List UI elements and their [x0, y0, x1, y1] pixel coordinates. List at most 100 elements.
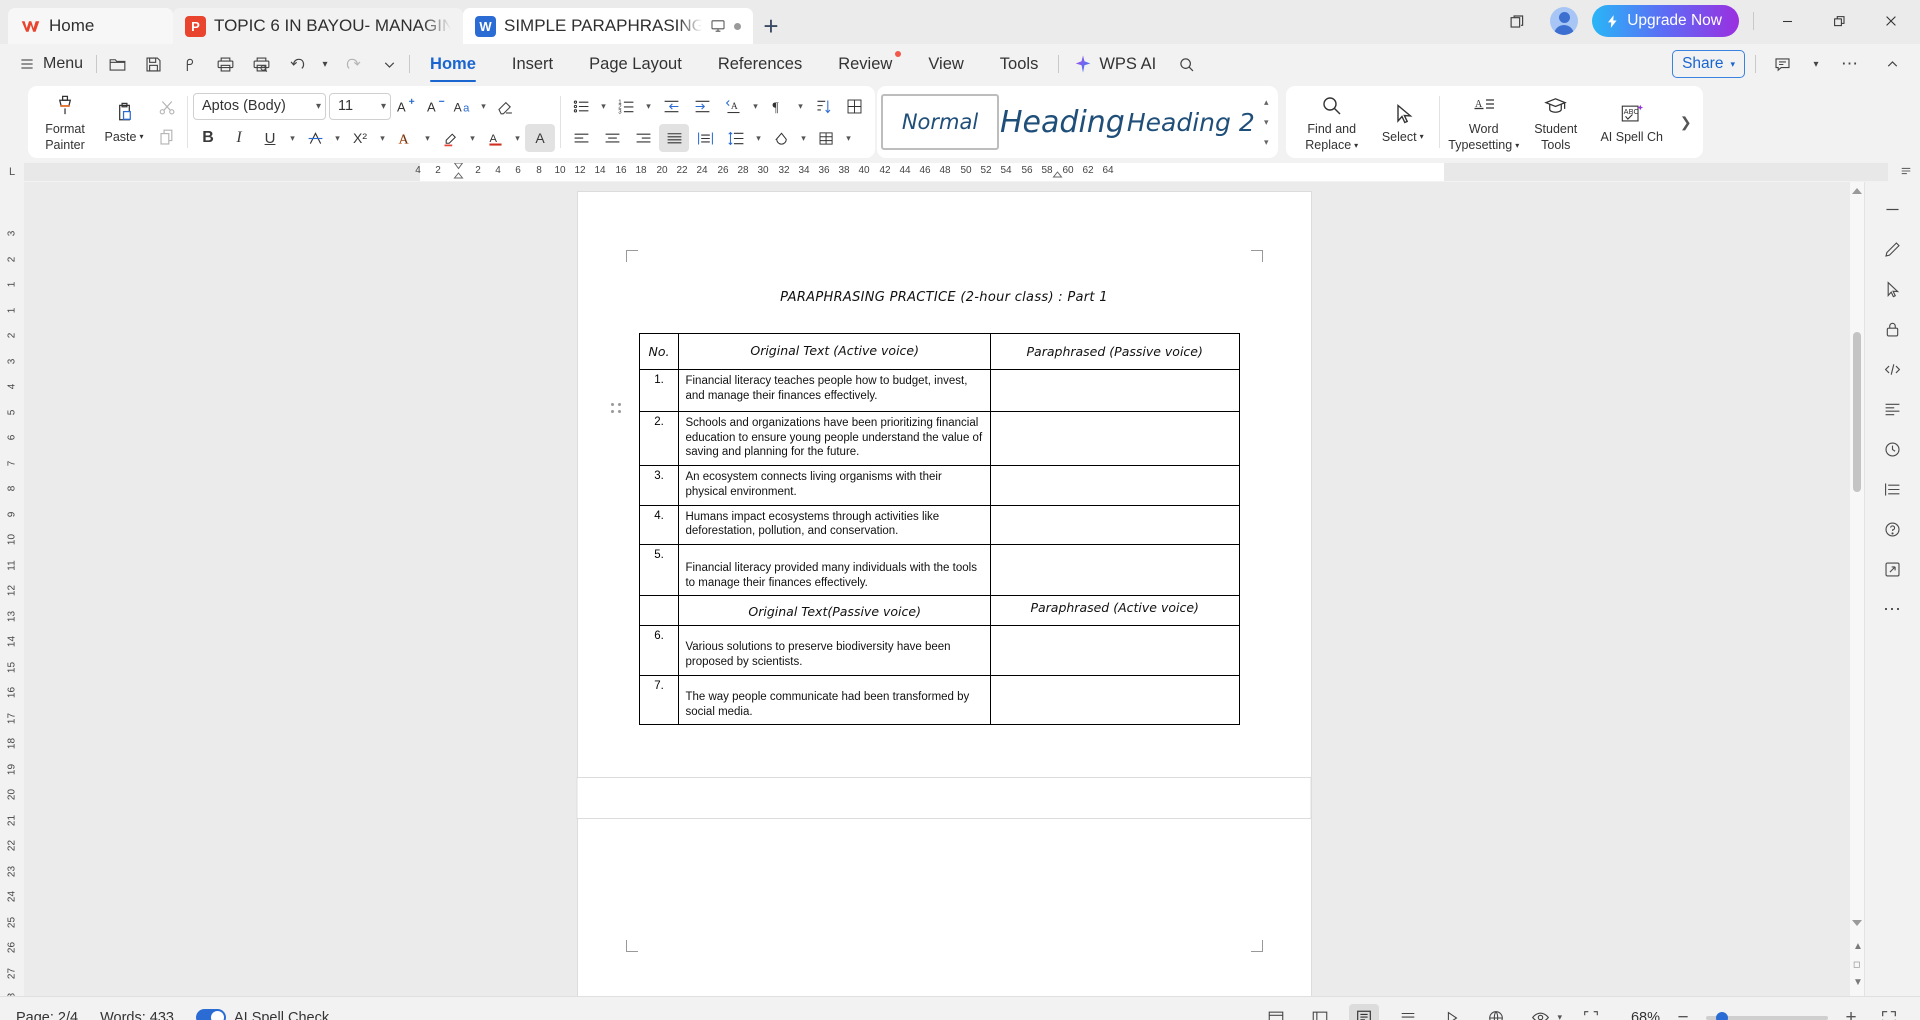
presentation-icon[interactable]: [1437, 1004, 1467, 1020]
text-effects-caret[interactable]: ▾: [421, 124, 434, 152]
character-shading-button[interactable]: A: [525, 124, 555, 152]
scroll-up-arrow-icon[interactable]: [1852, 188, 1862, 194]
vertical-ruler[interactable]: 3 2 1 1 2 3 4 5 6 7 8 9 10 11 12 13 14 15 16 17 18 19 20 21 22 23…: [0, 182, 24, 996]
tab-insert[interactable]: Insert: [496, 44, 569, 84]
document-page[interactable]: PARAPHRASING PRACTICE (2-hour class) : P…: [577, 192, 1311, 996]
minimize-window-button[interactable]: [1768, 6, 1806, 36]
undo-icon[interactable]: [281, 49, 313, 79]
select-browse-object-icon[interactable]: ◻: [1853, 959, 1860, 970]
table-row[interactable]: 6. Various solutions to preserve biodive…: [638, 625, 1240, 676]
comment-icon[interactable]: [1766, 49, 1798, 79]
table-row[interactable]: 7. The way people communicate had been t…: [638, 674, 1240, 726]
ai-spell-check-button[interactable]: ABC AI Spell Ch: [1589, 89, 1675, 155]
right-indent-marker[interactable]: [1052, 171, 1063, 180]
more-options-icon[interactable]: ⋯: [1834, 49, 1866, 79]
fullscreen-fit-icon[interactable]: [1576, 1004, 1606, 1020]
minimize-panel-icon[interactable]: [1874, 190, 1912, 228]
outline-view-icon[interactable]: [1305, 1004, 1335, 1020]
clone-window-icon[interactable]: [1498, 6, 1536, 36]
paraphrasing-table[interactable]: No. Original Text (Active voice) Paraphr…: [638, 333, 1240, 726]
table-move-handle[interactable]: [610, 403, 623, 415]
next-page-icon[interactable]: ▼: [1853, 977, 1863, 988]
row-original-text[interactable]: The way people communicate had been tran…: [678, 674, 991, 726]
style-gallery-up-icon[interactable]: ▴: [1259, 93, 1274, 112]
comment-dropdown-caret[interactable]: ▾: [1808, 49, 1824, 79]
shading-icon[interactable]: [766, 124, 796, 152]
row-paraphrase-cell[interactable]: [989, 625, 1240, 676]
format-painter-button[interactable]: Format Painter: [34, 89, 96, 155]
highlight-icon[interactable]: [435, 124, 465, 152]
customize-qat-icon[interactable]: [373, 49, 405, 79]
lock-icon[interactable]: [1874, 310, 1912, 348]
save-icon[interactable]: [137, 49, 169, 79]
save-as-cloud-icon[interactable]: [173, 49, 205, 79]
table-borders-caret[interactable]: ▾: [842, 124, 855, 152]
close-window-button[interactable]: [1872, 6, 1910, 36]
more-panel-icon[interactable]: ⋯: [1874, 590, 1912, 628]
selection-tool-icon[interactable]: [1874, 270, 1912, 308]
table-row[interactable]: 3. An ecosystem connects living organism…: [638, 465, 1240, 506]
document-page-next[interactable]: [577, 778, 1311, 818]
row-paraphrase-cell[interactable]: [989, 465, 1240, 506]
paragraph-marks-caret[interactable]: ▾: [794, 92, 807, 120]
superscript-button[interactable]: X²: [345, 124, 375, 152]
globe-icon[interactable]: [1481, 1004, 1511, 1020]
line-spacing-icon[interactable]: [721, 124, 751, 152]
underline-button[interactable]: U: [255, 124, 285, 152]
zoom-level-label[interactable]: 68%: [1620, 1010, 1660, 1020]
strikethrough-caret[interactable]: ▾: [331, 124, 344, 152]
underline-caret[interactable]: ▾: [286, 124, 299, 152]
decrease-indent-icon[interactable]: [656, 92, 686, 120]
tab-review[interactable]: Review: [822, 44, 908, 84]
share-button[interactable]: Share ▾: [1672, 50, 1745, 78]
style-heading[interactable]: Heading: [999, 94, 1126, 150]
style-heading-2[interactable]: Heading 2: [1126, 94, 1256, 150]
scroll-down-arrow-icon[interactable]: [1852, 920, 1862, 926]
clear-formatting-icon[interactable]: [490, 92, 520, 120]
tab-page-layout[interactable]: Page Layout: [573, 44, 698, 84]
font-color-icon[interactable]: A: [480, 124, 510, 152]
history-icon[interactable]: [1874, 430, 1912, 468]
table-row[interactable]: 2. Schools and organizations have been p…: [638, 410, 1240, 467]
tab-topic6-presentation[interactable]: P TOPIC 6 IN BAYOU- MANAGING STRA: [173, 8, 463, 44]
eye-icon[interactable]: [1525, 1004, 1555, 1020]
paragraph-marks-icon[interactable]: ¶: [763, 92, 793, 120]
row-original-text[interactable]: Schools and organizations have been prio…: [678, 410, 991, 467]
increase-indent-icon[interactable]: [687, 92, 717, 120]
zoom-slider-thumb[interactable]: [1716, 1011, 1728, 1020]
bullet-list-caret[interactable]: ▾: [597, 92, 610, 120]
align-right-icon[interactable]: [628, 124, 658, 152]
document-canvas[interactable]: PARAPHRASING PRACTICE (2-hour class) : P…: [24, 182, 1864, 996]
align-center-icon[interactable]: [597, 124, 627, 152]
scrollbar-thumb[interactable]: [1853, 332, 1861, 492]
font-name-selector[interactable]: Aptos (Body) ▾: [193, 92, 326, 120]
paste-button[interactable]: Paste ▾: [96, 89, 152, 155]
strikethrough-icon[interactable]: [300, 124, 330, 152]
zoom-slider[interactable]: [1706, 1011, 1828, 1020]
font-size-selector[interactable]: 11 ▾: [329, 92, 391, 120]
row-paraphrase-cell[interactable]: [989, 369, 1240, 412]
main-menu-button[interactable]: Menu: [14, 51, 92, 77]
table-borders-icon[interactable]: [811, 124, 841, 152]
page-indicator[interactable]: Page: 2/4: [16, 1010, 78, 1020]
table-row[interactable]: 5. Financial literacy provided many indi…: [638, 544, 1240, 597]
shrink-font-button[interactable]: A: [421, 92, 451, 120]
find-and-replace-button[interactable]: Find and Replace ▾: [1292, 89, 1372, 155]
pen-icon[interactable]: [1874, 230, 1912, 268]
paragraph-settings-icon[interactable]: [1874, 390, 1912, 428]
font-color-caret[interactable]: ▾: [511, 124, 524, 152]
fullscreen-icon[interactable]: [1874, 1004, 1904, 1020]
superscript-caret[interactable]: ▾: [376, 124, 389, 152]
previous-page-icon[interactable]: ▲: [1853, 941, 1863, 952]
row-original-text[interactable]: Financial literacy provided many individ…: [678, 544, 991, 597]
distributed-align-icon[interactable]: [690, 124, 720, 152]
word-count[interactable]: Words: 433: [100, 1010, 174, 1020]
display-options-group[interactable]: ▾: [1525, 1004, 1562, 1020]
student-tools-button[interactable]: Student Tools: [1523, 89, 1589, 155]
hanging-indent-marker[interactable]: [453, 172, 464, 181]
tab-home[interactable]: Home: [8, 8, 173, 44]
highlight-caret[interactable]: ▾: [466, 124, 479, 152]
ai-spell-check-toggle-group[interactable]: AI Spell Check: [195, 1009, 329, 1020]
change-case-button[interactable]: Aa: [451, 92, 477, 120]
italic-button[interactable]: I: [224, 124, 254, 152]
